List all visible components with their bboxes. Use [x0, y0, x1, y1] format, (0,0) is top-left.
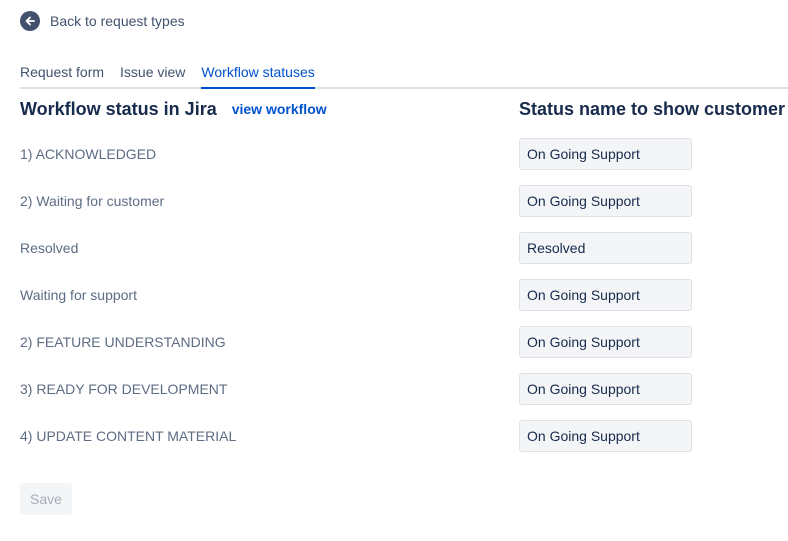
- workflow-status-title: Workflow status in Jira: [20, 98, 217, 119]
- workflow-status-header: Workflow status in Jira view workflow: [20, 98, 327, 120]
- tab-issue-view[interactable]: Issue view: [120, 63, 185, 87]
- tab-request-form[interactable]: Request form: [20, 63, 104, 87]
- status-row: 2) FEATURE UNDERSTANDING: [20, 326, 788, 358]
- customer-status-name-input[interactable]: [519, 420, 692, 452]
- back-to-request-types-link[interactable]: Back to request types: [20, 10, 185, 32]
- jira-status-label: Resolved: [20, 240, 79, 256]
- arrow-left-icon: [20, 11, 40, 31]
- jira-status-label: 1) ACKNOWLEDGED: [20, 146, 157, 162]
- customer-status-name-input[interactable]: [519, 138, 692, 170]
- back-link-label: Back to request types: [50, 13, 185, 29]
- status-row: Waiting for support: [20, 279, 788, 311]
- customer-status-name-input[interactable]: [519, 279, 692, 311]
- status-row: Resolved: [20, 232, 788, 264]
- customer-status-name-input[interactable]: [519, 326, 692, 358]
- jira-status-label: 3) READY FOR DEVELOPMENT: [20, 381, 228, 397]
- jira-status-label: 4) UPDATE CONTENT MATERIAL: [20, 428, 237, 444]
- jira-status-label: 2) FEATURE UNDERSTANDING: [20, 334, 226, 350]
- status-row: 2) Waiting for customer: [20, 185, 788, 217]
- customer-status-title: Status name to show customer: [519, 99, 786, 119]
- status-row: 4) UPDATE CONTENT MATERIAL: [20, 420, 788, 452]
- tab-bar: Request form Issue view Workflow statuse…: [20, 63, 788, 89]
- customer-status-name-input[interactable]: [519, 232, 692, 264]
- customer-status-name-input[interactable]: [519, 373, 692, 405]
- save-button[interactable]: Save: [20, 483, 72, 515]
- customer-status-name-input[interactable]: [519, 185, 692, 217]
- status-row: 1) ACKNOWLEDGED: [20, 138, 788, 170]
- status-row: 3) READY FOR DEVELOPMENT: [20, 373, 788, 405]
- jira-status-label: 2) Waiting for customer: [20, 193, 165, 209]
- tab-workflow-statuses[interactable]: Workflow statuses: [201, 63, 316, 89]
- jira-status-label: Waiting for support: [20, 287, 137, 303]
- view-workflow-link[interactable]: view workflow: [232, 101, 327, 117]
